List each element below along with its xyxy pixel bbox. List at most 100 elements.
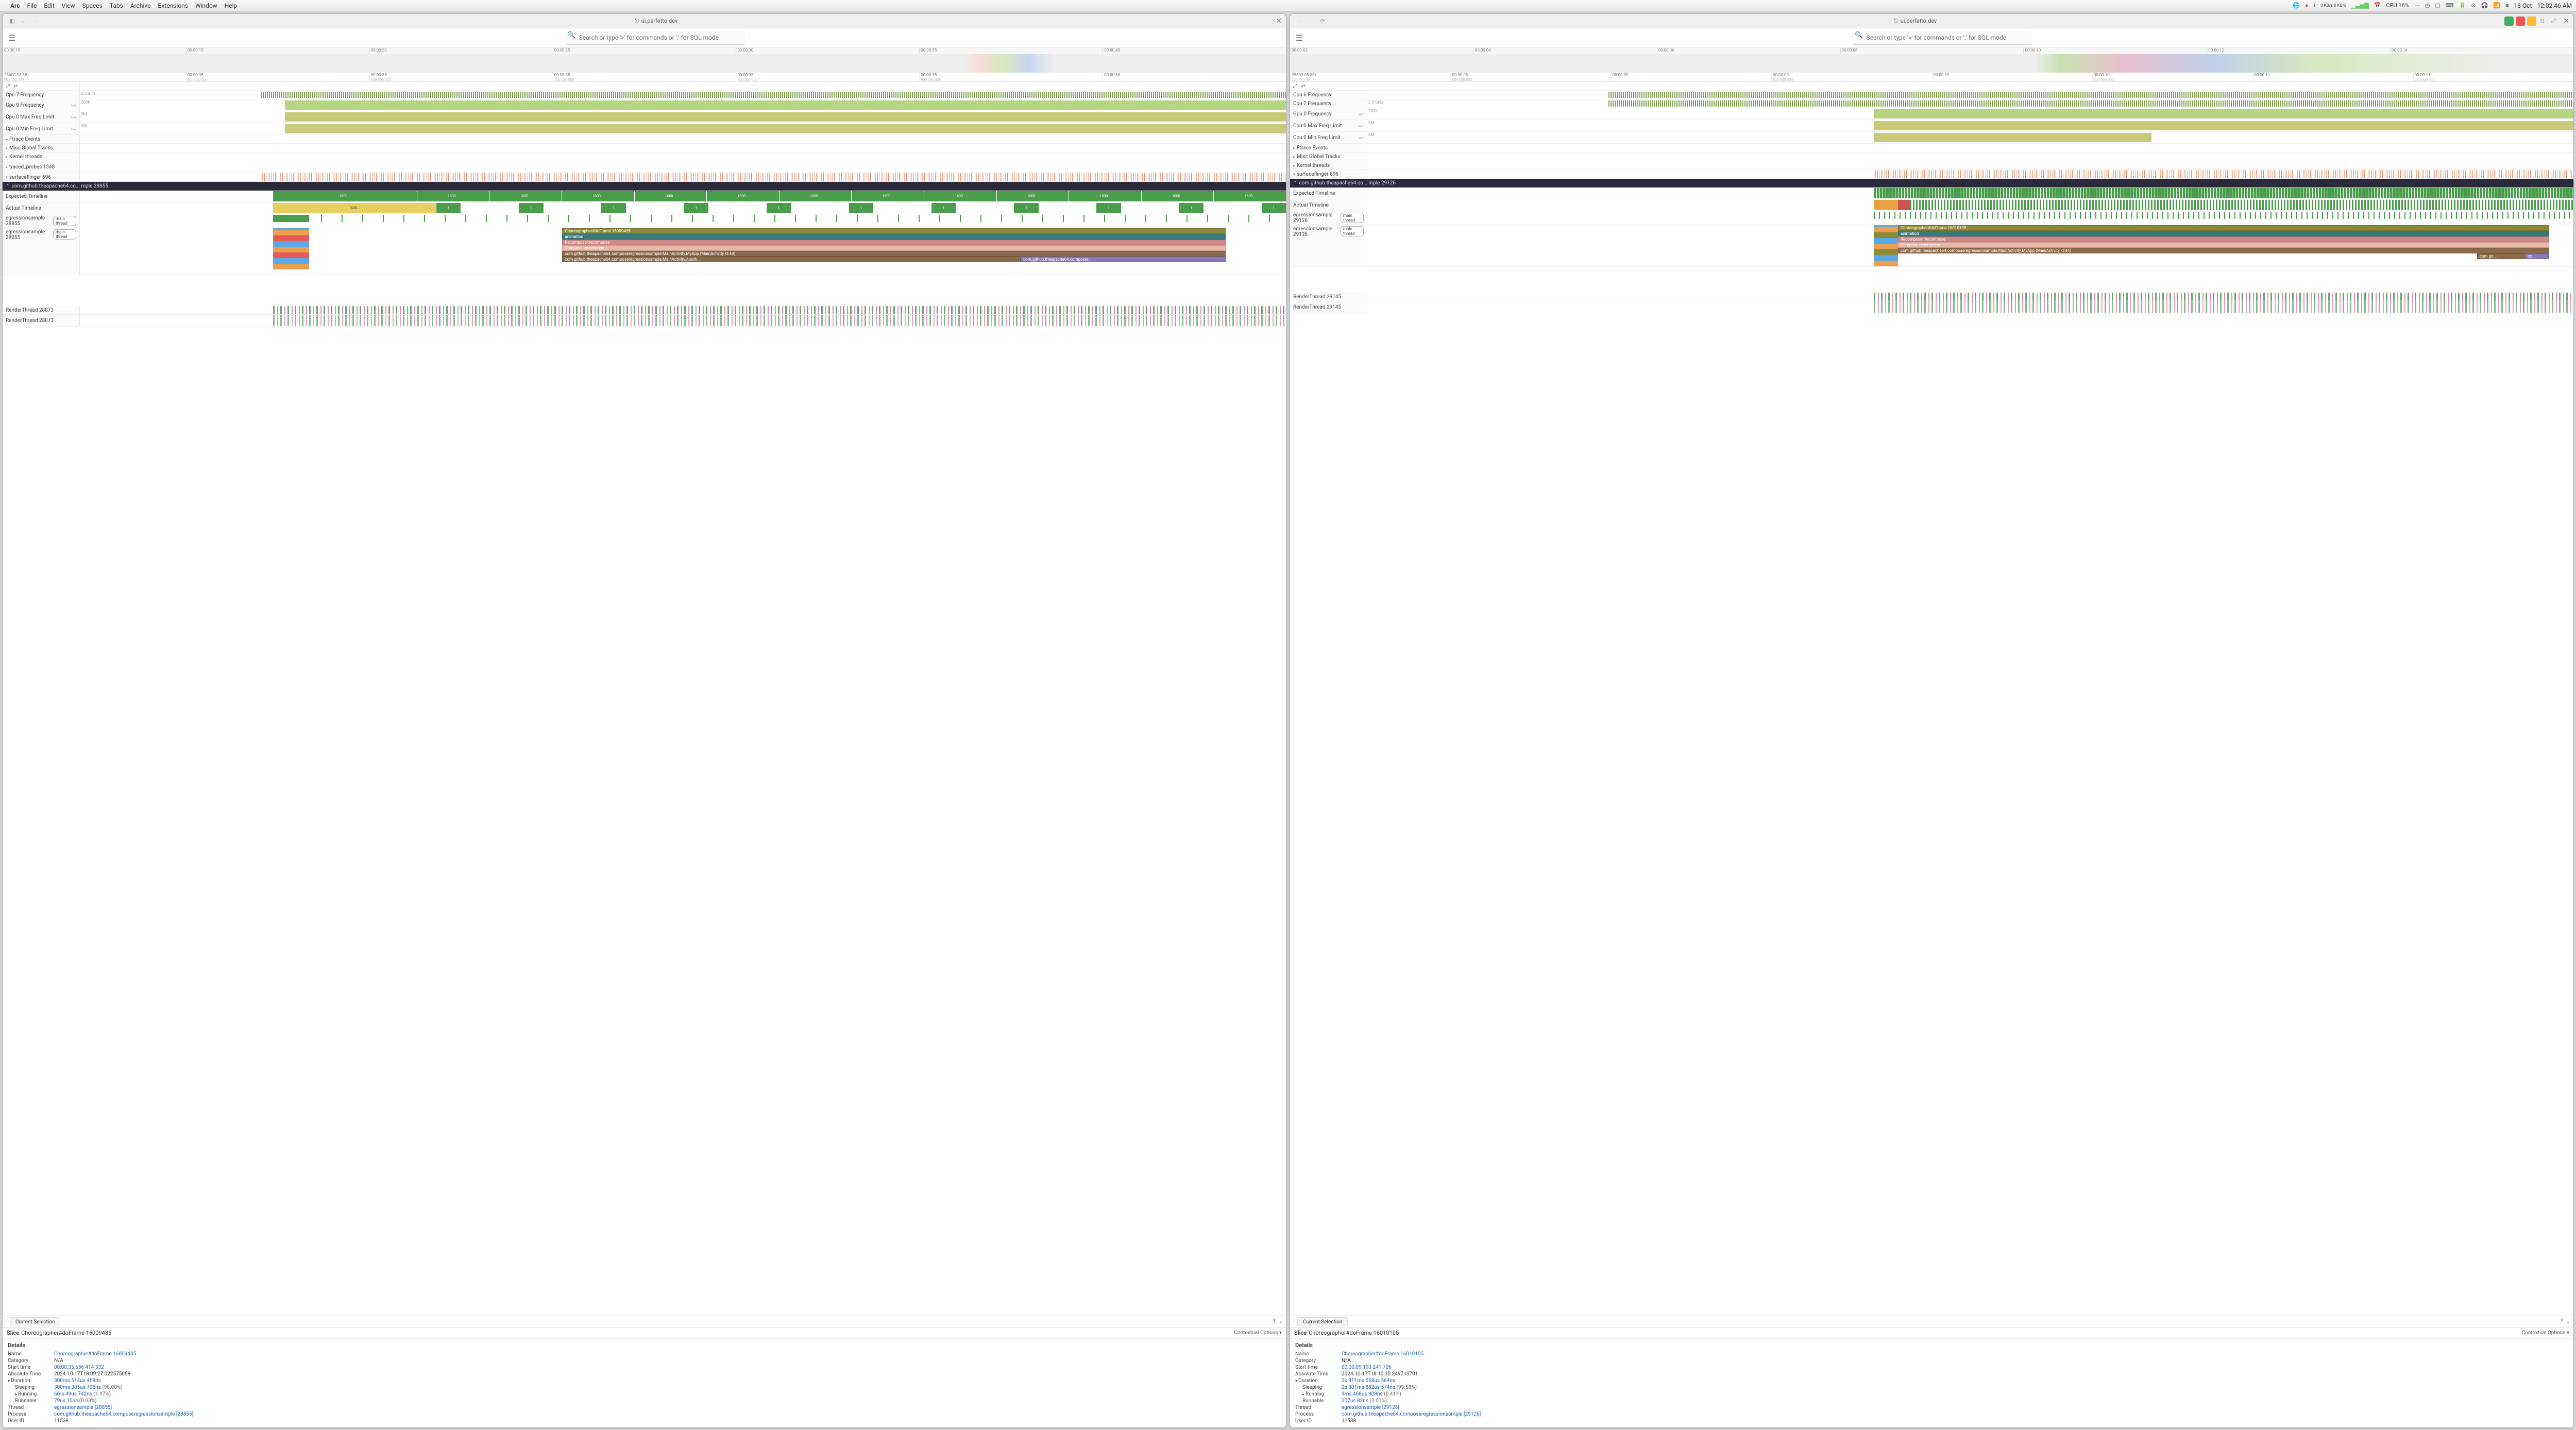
track-expected-timeline[interactable]: Expected Timeline bbox=[1290, 188, 1367, 199]
status-display-icon[interactable]: ▢ bbox=[2435, 2, 2440, 9]
track-cpu0-min[interactable]: Cpu 0 Min Freq Limit〰 bbox=[3, 123, 80, 134]
status-compass-icon[interactable]: ⊙ bbox=[2471, 2, 2476, 9]
track-thread[interactable]: egressionsample 29126main thread bbox=[1290, 225, 1367, 266]
track-content[interactable] bbox=[80, 135, 1286, 143]
track-content[interactable] bbox=[1367, 144, 2573, 152]
track-content[interactable] bbox=[80, 315, 1286, 326]
flame-slice[interactable]: com.github.theapache64.composer... bbox=[1021, 257, 1226, 262]
track-gpu0-freq[interactable]: Gpu 0 Frequency〰 bbox=[1290, 108, 1367, 120]
detail-key[interactable]: Running bbox=[1295, 1391, 1342, 1397]
menu-spaces[interactable]: Spaces bbox=[82, 2, 103, 9]
track-thread[interactable]: egressionsample 29126main thread bbox=[1290, 211, 1367, 225]
detail-value[interactable]: Choreographer#doFrame 16010105 bbox=[1342, 1351, 1423, 1357]
menu-extensions[interactable]: Extensions bbox=[158, 2, 188, 9]
status-globe-icon[interactable]: 🌐 bbox=[2293, 2, 2300, 9]
track-cpu7-freq[interactable]: Cpu 7 Frequency bbox=[1290, 99, 1367, 108]
spark-icon[interactable]: 〰 bbox=[71, 125, 76, 133]
track-cpu6-freq[interactable]: Cpu 6 Frequency bbox=[1290, 91, 1367, 99]
tab-handle-icon[interactable]: ⁝ bbox=[1290, 1319, 1297, 1324]
status-control-icon[interactable]: ≡ bbox=[2505, 2, 2509, 9]
track-content[interactable] bbox=[80, 144, 1286, 152]
track-controls[interactable]: ⤢ ⇄ bbox=[3, 82, 80, 90]
detail-value[interactable]: com.github.theapache64.composeregression… bbox=[1342, 1411, 1481, 1417]
panel-up-icon[interactable]: ⤒ bbox=[2561, 1319, 2563, 1324]
spark-icon[interactable]: 〰 bbox=[71, 113, 76, 121]
track-render-thread[interactable]: RenderThread 29145 bbox=[1290, 301, 1367, 313]
detail-key[interactable]: Duration bbox=[1295, 1378, 1342, 1384]
track-actual-timeline[interactable]: Actual Timeline bbox=[3, 202, 80, 214]
copy-button[interactable]: ⧉ bbox=[2536, 18, 2548, 25]
track-expected-timeline[interactable]: Expected Timeline bbox=[3, 191, 80, 202]
back-button[interactable]: ← bbox=[1294, 18, 1306, 24]
url-bar[interactable]: ⎋ ui.perfetto.dev bbox=[41, 18, 1272, 25]
menu-archive[interactable]: Archive bbox=[130, 2, 151, 9]
track-content[interactable] bbox=[1367, 301, 2573, 313]
url-bar[interactable]: ⎋ ui.perfetto.dev bbox=[1328, 18, 2502, 25]
search-input[interactable] bbox=[565, 31, 745, 45]
track-content[interactable] bbox=[1367, 152, 2573, 161]
frame-slice[interactable]: 1600... bbox=[273, 203, 436, 213]
frame-slice[interactable]: 1600... bbox=[562, 191, 634, 201]
track-misc[interactable]: Misc Global Tracks bbox=[3, 144, 80, 152]
status-battery-icon[interactable]: 🔋 bbox=[2459, 2, 2466, 9]
frame-slice[interactable]: 1600... bbox=[635, 191, 707, 201]
frame-slice[interactable]: 1600... bbox=[997, 191, 1069, 201]
flame-slice[interactable]: com.github.theapache64.composeregression… bbox=[562, 251, 1226, 257]
flame-slice[interactable]: co... bbox=[2525, 253, 2549, 259]
frame-slice[interactable]: 1600... bbox=[273, 191, 417, 201]
detail-key[interactable]: Running bbox=[8, 1391, 54, 1397]
track-surfaceflinger[interactable]: surfaceflinger 696 bbox=[3, 173, 80, 181]
track-render-thread[interactable]: RenderThread 29145 bbox=[1290, 293, 1367, 301]
extension-icon[interactable] bbox=[2527, 16, 2536, 26]
flame-slice[interactable]: Compose:recompose bbox=[1898, 242, 2549, 248]
detail-value[interactable]: 6ms 49us 742ns (1.97%) bbox=[54, 1391, 111, 1397]
frame-slice[interactable]: 1600... bbox=[417, 191, 489, 201]
search-input[interactable] bbox=[1852, 31, 2032, 45]
forward-button[interactable]: → bbox=[29, 18, 41, 24]
flame-slice[interactable]: com.github.theapache64.composeregression… bbox=[1898, 248, 2549, 253]
detail-value[interactable]: 2s 311ms 558us 564ns bbox=[1342, 1378, 1395, 1384]
track-content[interactable] bbox=[1367, 211, 2573, 219]
spark-icon[interactable]: 〰 bbox=[1359, 134, 1364, 142]
status-keyboard-icon[interactable]: ⌨ bbox=[2446, 2, 2454, 9]
forward-button[interactable]: → bbox=[1306, 18, 1317, 24]
spark-icon[interactable]: 〰 bbox=[1359, 110, 1364, 118]
track-render-thread[interactable]: RenderThread 28873 bbox=[3, 306, 80, 314]
menubar-time[interactable]: 12:02:46 AM bbox=[2537, 2, 2572, 9]
track-cpu0-max[interactable]: Cpu 0 Max Freq Limit〰 bbox=[3, 111, 80, 123]
track-content[interactable] bbox=[1367, 91, 2573, 99]
track-content[interactable] bbox=[1367, 161, 2573, 169]
track-kernel[interactable]: Kernel threads bbox=[3, 152, 80, 161]
track-content[interactable]: 2M bbox=[80, 111, 1286, 123]
hamburger-icon[interactable]: ☰ bbox=[6, 33, 18, 43]
timeline-ruler[interactable]: 25600:05:05+305 474 394 00:00:08500 000 … bbox=[1290, 73, 2573, 82]
detail-value[interactable]: 00:00:09.193 241 706 bbox=[1342, 1365, 1392, 1370]
status-headphones-icon[interactable]: 🎧 bbox=[2481, 2, 2488, 9]
frame-slice[interactable]: 1 bbox=[1262, 203, 1286, 213]
track-content[interactable] bbox=[80, 82, 1286, 90]
sidebar-toggle-icon[interactable]: ◧ bbox=[7, 18, 18, 24]
hamburger-icon[interactable]: ☰ bbox=[1293, 33, 1306, 43]
frame-slice[interactable]: 1600... bbox=[1214, 191, 1286, 201]
track-cpu0-min[interactable]: Cpu 0 Min Freq Limit〰 bbox=[1290, 132, 1367, 143]
frame-slice[interactable]: 1 bbox=[684, 203, 708, 213]
track-content[interactable]: 2M bbox=[1367, 120, 2573, 131]
track-content[interactable] bbox=[1367, 170, 2573, 178]
detail-value[interactable]: 300ms 385us 706ns (98.00%) bbox=[54, 1385, 123, 1390]
track-gpu0-freq[interactable]: Gpu 0 Frequency〰 bbox=[3, 99, 80, 111]
detail-value[interactable]: Choreographer#doFrame 16009435 bbox=[54, 1351, 136, 1357]
track-controls[interactable]: ⤢ ⇄ bbox=[1290, 82, 1367, 90]
tab-handle-icon[interactable]: ⁝ bbox=[3, 1319, 10, 1324]
flame-graph[interactable]: Choreographer#doFrame 16009435 animation… bbox=[80, 228, 1286, 275]
tracks-panel[interactable]: Cpu 7 Frequency2.5 GHz Gpu 0 Frequency〰2… bbox=[3, 91, 1286, 1316]
detail-value[interactable]: 207us 82ns (0.01%) bbox=[1342, 1398, 1387, 1404]
track-cpu7-freq[interactable]: Cpu 7 Frequency bbox=[3, 91, 80, 99]
frame-slice[interactable]: 1600... bbox=[1142, 191, 1214, 201]
status-calendar-icon[interactable]: 📅 bbox=[2374, 2, 2381, 9]
timeline-overview[interactable]: 00:00:02 00:00:04 00:00:06 00:00:08 00:0… bbox=[1290, 48, 2573, 73]
track-content[interactable] bbox=[80, 173, 1286, 181]
track-content[interactable] bbox=[80, 306, 1286, 314]
menu-edit[interactable]: Edit bbox=[44, 2, 54, 9]
status-dots-icon[interactable]: ⁝ bbox=[2314, 2, 2316, 9]
frame-slice[interactable]: 1600... bbox=[924, 191, 996, 201]
